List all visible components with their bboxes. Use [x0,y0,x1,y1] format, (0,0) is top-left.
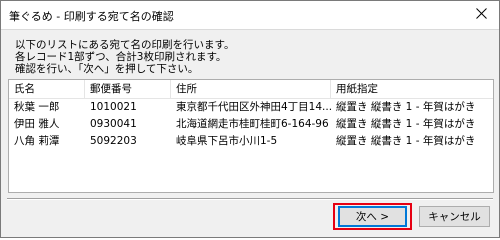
instruction-line: 確認を行い、「次へ」を押して下さい。 [15,63,199,75]
cell-name: 八角 莉潭 [14,135,60,147]
cell-paper: 縦置き 縦書き 1 - 年賀はがき [336,101,476,113]
instruction-line: 以下のリストにある宛て名の印刷を行います。 [15,39,235,51]
list-row[interactable]: 伊田 雅人 0930041 北海道網走市桂町桂町6-164-96 縦置き 縦書き… [9,116,493,133]
title-bar: 筆ぐるめ - 印刷する宛て名の確認 [1,1,499,30]
list-row[interactable]: 秋葉 一郎 1010021 東京都千代田区外神田4丁目14... 縦置き 縦書き… [9,99,493,116]
cell-postal-code: 5092203 [90,135,137,147]
column-header-address[interactable]: 住所 [171,80,331,98]
cell-postal-code: 1010021 [90,101,137,113]
cancel-button[interactable]: キャンセル [419,206,490,227]
next-button[interactable]: 次へ > [338,206,407,227]
cell-postal-code: 0930041 [90,118,137,130]
instructions: 以下のリストにある宛て名の印刷を行います。 各レコード1部ずつ、合計3枚印刷され… [15,39,485,75]
list-row[interactable]: 八角 莉潭 5092203 岐阜県下呂市小川1-5 縦置き 縦書き 1 - 年賀… [9,133,493,150]
cell-address: 北海道網走市桂町桂町6-164-96 [176,118,329,130]
close-icon [476,8,487,19]
window-title: 筆ぐるめ - 印刷する宛て名の確認 [9,10,174,23]
column-header-name[interactable]: 氏名 [9,80,85,98]
cell-address: 東京都千代田区外神田4丁目14... [176,101,331,113]
cell-paper: 縦置き 縦書き 1 - 年賀はがき [336,118,476,130]
cell-paper: 縦置き 縦書き 1 - 年賀はがき [336,135,476,147]
column-header-postal-code[interactable]: 郵便番号 [85,80,171,98]
cell-name: 秋葉 一郎 [14,101,60,113]
cell-address: 岐阜県下呂市小川1-5 [176,135,278,147]
address-list[interactable]: 氏名 郵便番号 住所 用紙指定 秋葉 一郎 1010021 東京都千代田区外神田… [8,79,494,193]
list-header: 氏名 郵便番号 住所 用紙指定 [9,80,493,99]
instruction-line: 各レコード1部ずつ、合計3枚印刷されます。 [15,51,227,63]
close-button[interactable] [469,3,495,25]
column-header-paper[interactable]: 用紙指定 [331,80,493,98]
separator-line [7,198,493,200]
cell-name: 伊田 雅人 [14,118,60,130]
print-confirm-dialog: 筆ぐるめ - 印刷する宛て名の確認 以下のリストにある宛て名の印刷を行います。 … [0,0,500,238]
